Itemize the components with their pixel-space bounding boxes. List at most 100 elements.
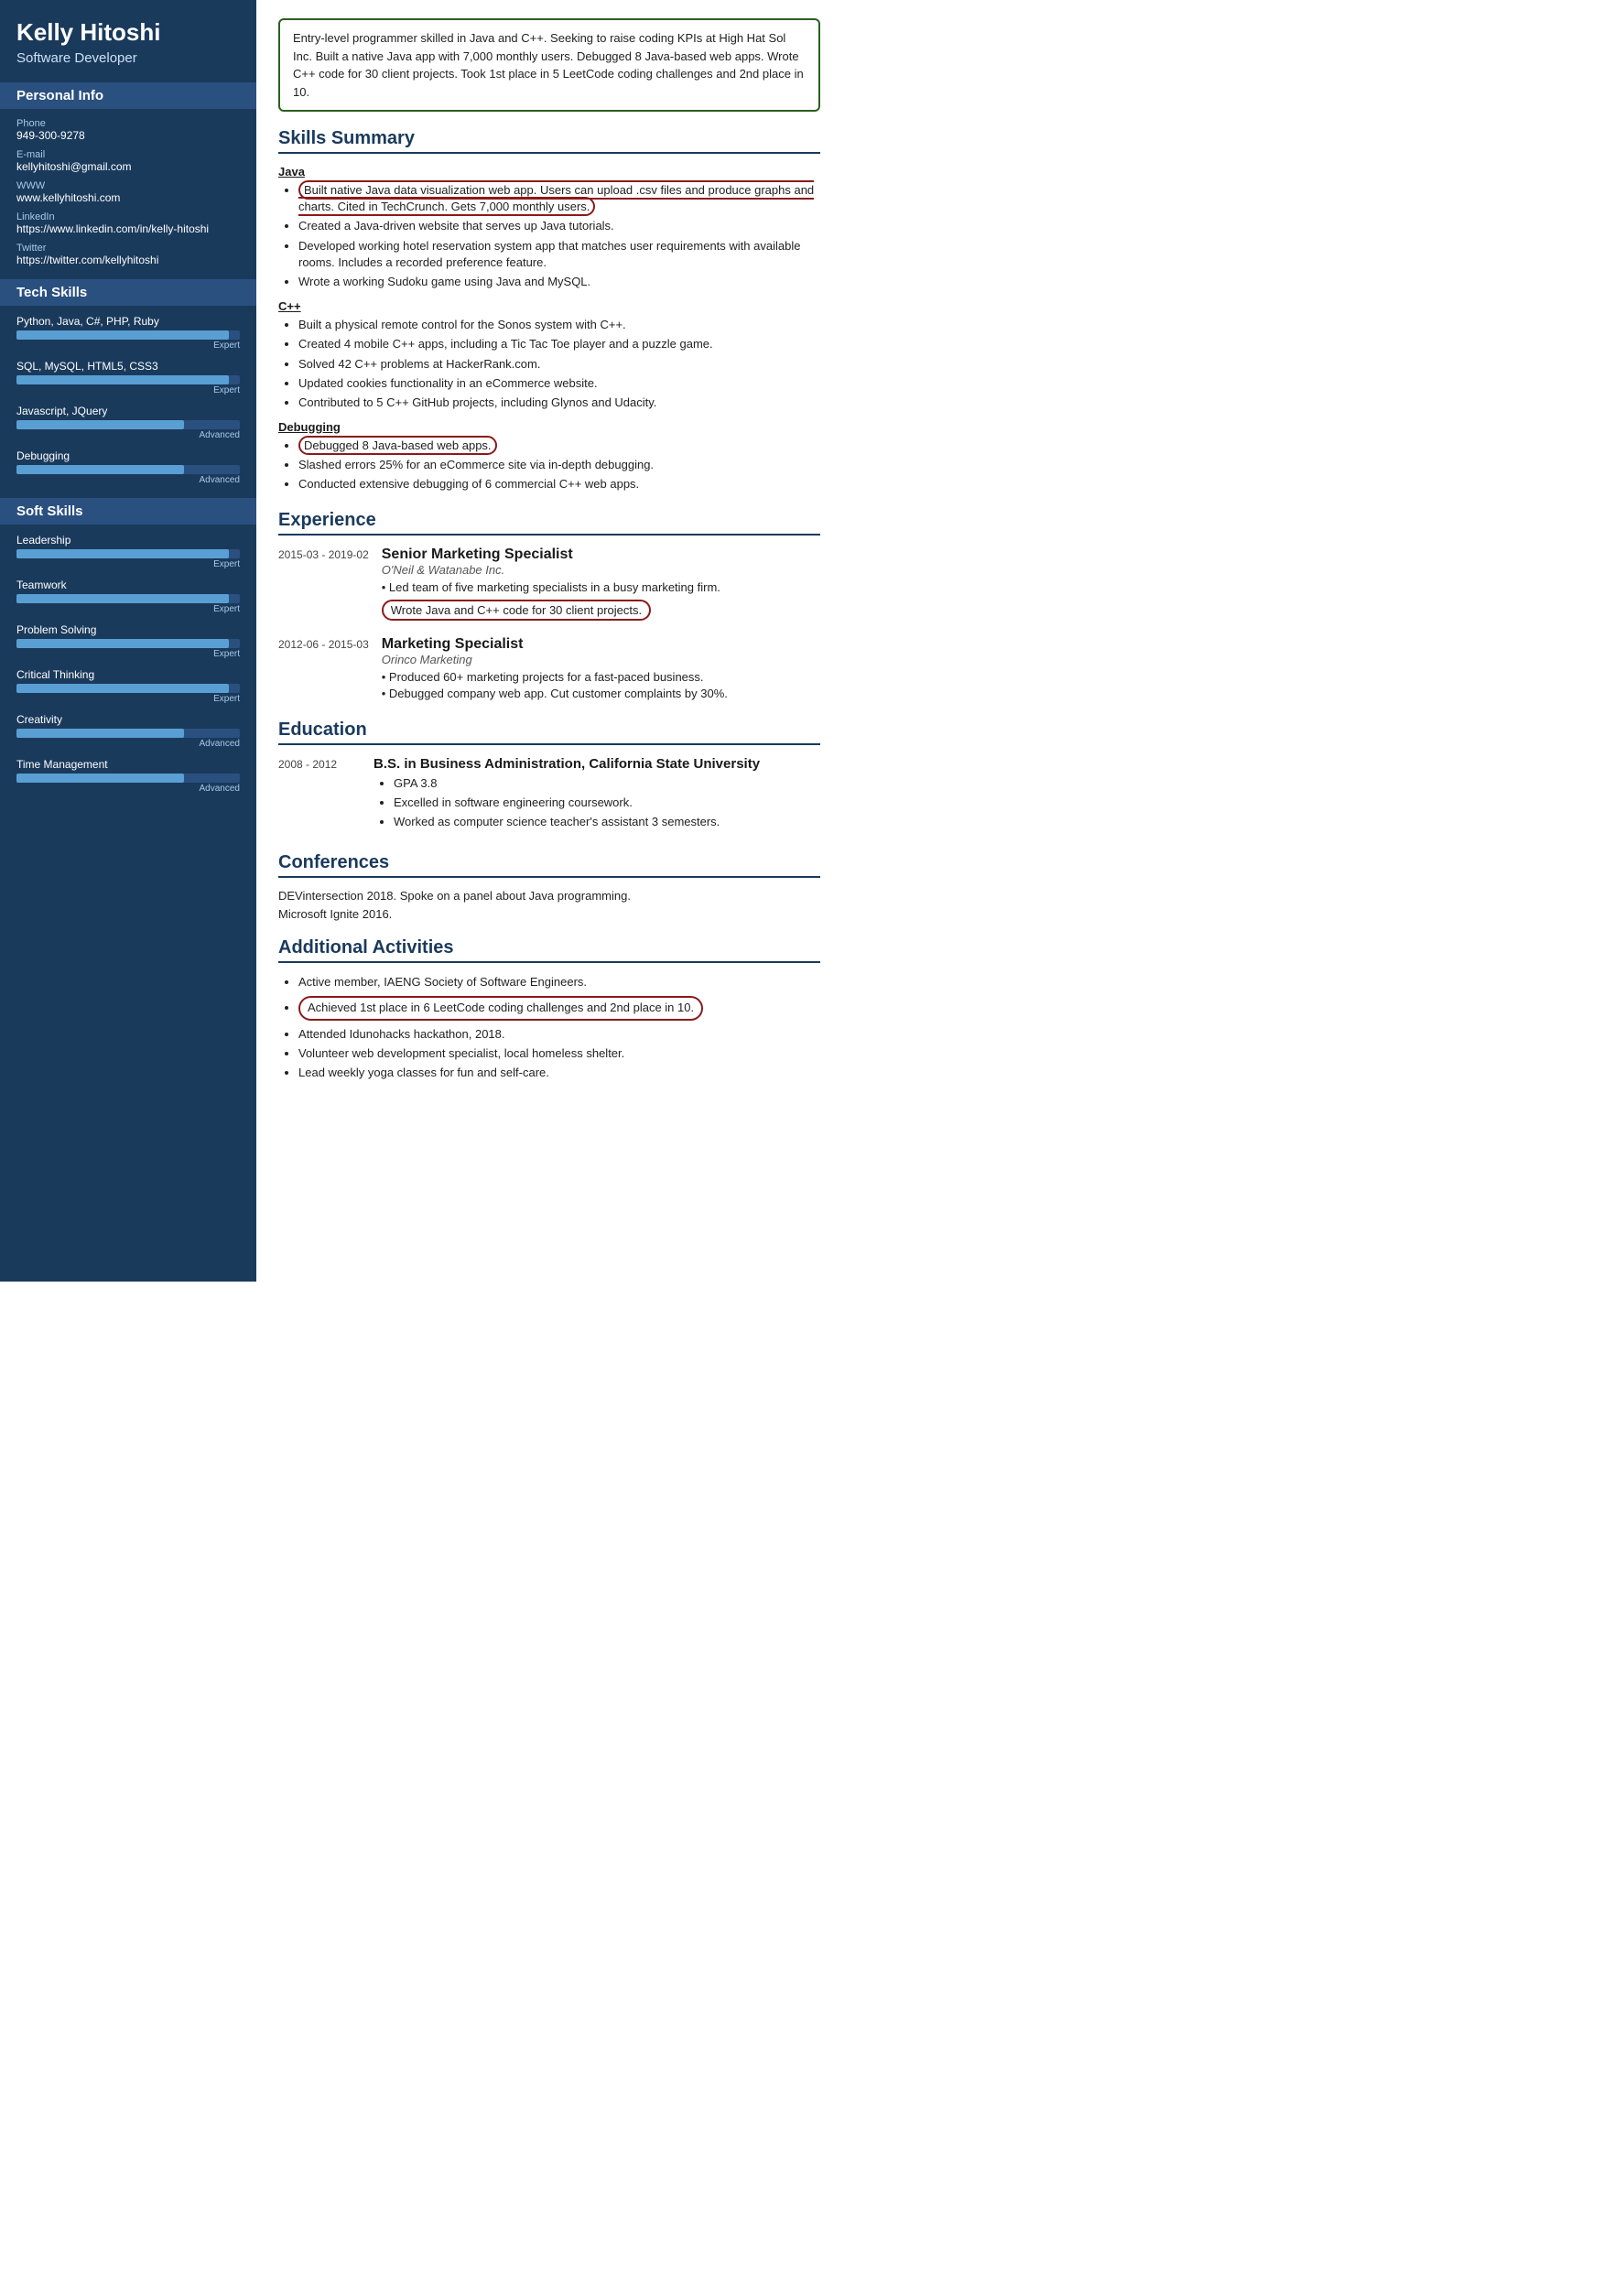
edu-list-item: Worked as computer science teacher's ass… bbox=[394, 814, 820, 830]
skill-bar-fill bbox=[16, 639, 229, 648]
exp-date: 2012-06 - 2015-03 bbox=[278, 636, 369, 703]
info-label: Twitter bbox=[16, 243, 240, 254]
skill-name: Time Management bbox=[16, 758, 240, 771]
skill-name: Debugging bbox=[16, 449, 240, 462]
edu-date: 2008 - 2012 bbox=[278, 756, 361, 837]
skill-list-item: Developed working hotel reservation syst… bbox=[298, 238, 820, 271]
additional-item: Achieved 1st place in 6 LeetCode coding … bbox=[298, 993, 820, 1023]
skill-list-item: Conducted extensive debugging of 6 comme… bbox=[298, 476, 820, 492]
skill-item: Teamwork Expert bbox=[16, 579, 240, 614]
skill-bar-fill bbox=[16, 549, 229, 558]
skill-bar-bg bbox=[16, 684, 240, 693]
skill-level: Expert bbox=[16, 694, 240, 704]
skill-level: Expert bbox=[16, 604, 240, 614]
highlight-oval: Debugged 8 Java-based web apps. bbox=[298, 436, 497, 455]
experience-content: 2015-03 - 2019-02 Senior Marketing Speci… bbox=[278, 546, 820, 703]
skill-bar-bg bbox=[16, 639, 240, 648]
skill-bar-bg bbox=[16, 594, 240, 603]
personal-info-item: WWW www.kellyhitoshi.com bbox=[16, 180, 240, 204]
skill-name: SQL, MySQL, HTML5, CSS3 bbox=[16, 360, 240, 373]
exp-content: Marketing Specialist Orinco Marketing • … bbox=[382, 636, 820, 703]
info-label: WWW bbox=[16, 180, 240, 191]
skill-name: Creativity bbox=[16, 713, 240, 726]
soft-skills-list: Leadership Expert Teamwork Expert Proble… bbox=[16, 534, 240, 794]
skill-bar-fill bbox=[16, 594, 229, 603]
skill-item: SQL, MySQL, HTML5, CSS3 Expert bbox=[16, 360, 240, 395]
conferences-content: DEVintersection 2018. Spoke on a panel a… bbox=[278, 889, 820, 921]
exp-company: Orinco Marketing bbox=[382, 653, 820, 666]
skill-bar-fill bbox=[16, 684, 229, 693]
experience-title: Experience bbox=[278, 510, 820, 536]
highlight-oval: Built native Java data visualization web… bbox=[298, 180, 814, 216]
edu-list: GPA 3.8Excelled in software engineering … bbox=[374, 775, 820, 831]
edu-content: B.S. in Business Administration, Califor… bbox=[374, 756, 820, 837]
skills-subsection: C++ Built a physical remote control for t… bbox=[278, 299, 820, 411]
skill-item: Leadership Expert bbox=[16, 534, 240, 569]
skill-level: Expert bbox=[16, 559, 240, 569]
skill-list-item: Created 4 mobile C++ apps, including a T… bbox=[298, 336, 820, 352]
personal-info-item: LinkedIn https://www.linkedin.com/in/kel… bbox=[16, 211, 240, 235]
additional-item: Volunteer web development specialist, lo… bbox=[298, 1045, 820, 1062]
skill-list-item: Built native Java data visualization web… bbox=[298, 182, 820, 215]
candidate-name: Kelly Hitoshi bbox=[16, 18, 240, 47]
summary-box: Entry-level programmer skilled in Java a… bbox=[278, 18, 820, 112]
experience-entry: 2012-06 - 2015-03 Marketing Specialist O… bbox=[278, 636, 820, 703]
exp-company: O'Neil & Watanabe Inc. bbox=[382, 563, 820, 577]
conference-entry: DEVintersection 2018. Spoke on a panel a… bbox=[278, 889, 820, 903]
info-value: www.kellyhitoshi.com bbox=[16, 191, 240, 204]
skill-item: Javascript, JQuery Advanced bbox=[16, 405, 240, 440]
skill-list-item: Debugged 8 Java-based web apps. bbox=[298, 438, 820, 454]
skill-bar-bg bbox=[16, 774, 240, 783]
skill-list-item: Solved 42 C++ problems at HackerRank.com… bbox=[298, 356, 820, 373]
skill-list-item: Wrote a working Sudoku game using Java a… bbox=[298, 274, 820, 290]
skill-item: Problem Solving Expert bbox=[16, 623, 240, 659]
soft-skills-heading: Soft Skills bbox=[0, 498, 256, 525]
exp-content: Senior Marketing Specialist O'Neil & Wat… bbox=[382, 546, 820, 623]
skill-bar-fill bbox=[16, 774, 184, 783]
skill-name: Leadership bbox=[16, 534, 240, 546]
skill-bar-bg bbox=[16, 729, 240, 738]
skill-name: Teamwork bbox=[16, 579, 240, 591]
skill-item: Critical Thinking Expert bbox=[16, 668, 240, 704]
leet-highlight: Achieved 1st place in 6 LeetCode coding … bbox=[298, 996, 703, 1020]
sidebar: Kelly Hitoshi Software Developer Persona… bbox=[0, 0, 256, 1282]
skill-list-item: Built a physical remote control for the … bbox=[298, 317, 820, 333]
exp-date: 2015-03 - 2019-02 bbox=[278, 546, 369, 623]
skill-name: Critical Thinking bbox=[16, 668, 240, 681]
personal-info-item: E-mail kellyhitoshi@gmail.com bbox=[16, 149, 240, 173]
candidate-title: Software Developer bbox=[16, 50, 240, 66]
skill-name: Problem Solving bbox=[16, 623, 240, 636]
additional-list: Active member, IAENG Society of Software… bbox=[278, 974, 820, 1081]
experience-entry: 2015-03 - 2019-02 Senior Marketing Speci… bbox=[278, 546, 820, 623]
edu-title: B.S. in Business Administration, Califor… bbox=[374, 756, 820, 772]
skill-list: Built a physical remote control for the … bbox=[278, 317, 820, 411]
education-title: Education bbox=[278, 720, 820, 745]
skill-subsection-name: C++ bbox=[278, 299, 820, 313]
skill-level: Expert bbox=[16, 341, 240, 351]
skill-bar-bg bbox=[16, 549, 240, 558]
info-label: E-mail bbox=[16, 149, 240, 160]
skill-item: Time Management Advanced bbox=[16, 758, 240, 794]
skill-list-item: Slashed errors 25% for an eCommerce site… bbox=[298, 457, 820, 473]
info-label: LinkedIn bbox=[16, 211, 240, 222]
info-value: https://twitter.com/kellyhitoshi bbox=[16, 254, 240, 266]
skill-level: Advanced bbox=[16, 739, 240, 749]
skill-level: Advanced bbox=[16, 784, 240, 794]
highlighted-item: Wrote Java and C++ code for 30 client pr… bbox=[382, 600, 651, 621]
conferences-title: Conferences bbox=[278, 852, 820, 878]
skills-subsection: JavaBuilt native Java data visualization… bbox=[278, 165, 820, 290]
skill-item: Debugging Advanced bbox=[16, 449, 240, 485]
conference-entry: Microsoft Ignite 2016. bbox=[278, 907, 820, 921]
additional-item: Attended Idunohacks hackathon, 2018. bbox=[298, 1026, 820, 1043]
skill-list: Built native Java data visualization web… bbox=[278, 182, 820, 290]
exp-item: • Produced 60+ marketing projects for a … bbox=[382, 670, 820, 684]
info-value: 949-300-9278 bbox=[16, 129, 240, 142]
personal-info-heading: Personal Info bbox=[0, 82, 256, 109]
exp-title: Marketing Specialist bbox=[382, 636, 820, 653]
edu-list-item: Excelled in software engineering coursew… bbox=[394, 795, 820, 811]
tech-skills-heading: Tech Skills bbox=[0, 279, 256, 306]
skill-item: Creativity Advanced bbox=[16, 713, 240, 749]
skill-level: Expert bbox=[16, 649, 240, 659]
additional-item: Active member, IAENG Society of Software… bbox=[298, 974, 820, 990]
personal-info-fields: Phone 949-300-9278E-mail kellyhitoshi@gm… bbox=[16, 118, 240, 266]
